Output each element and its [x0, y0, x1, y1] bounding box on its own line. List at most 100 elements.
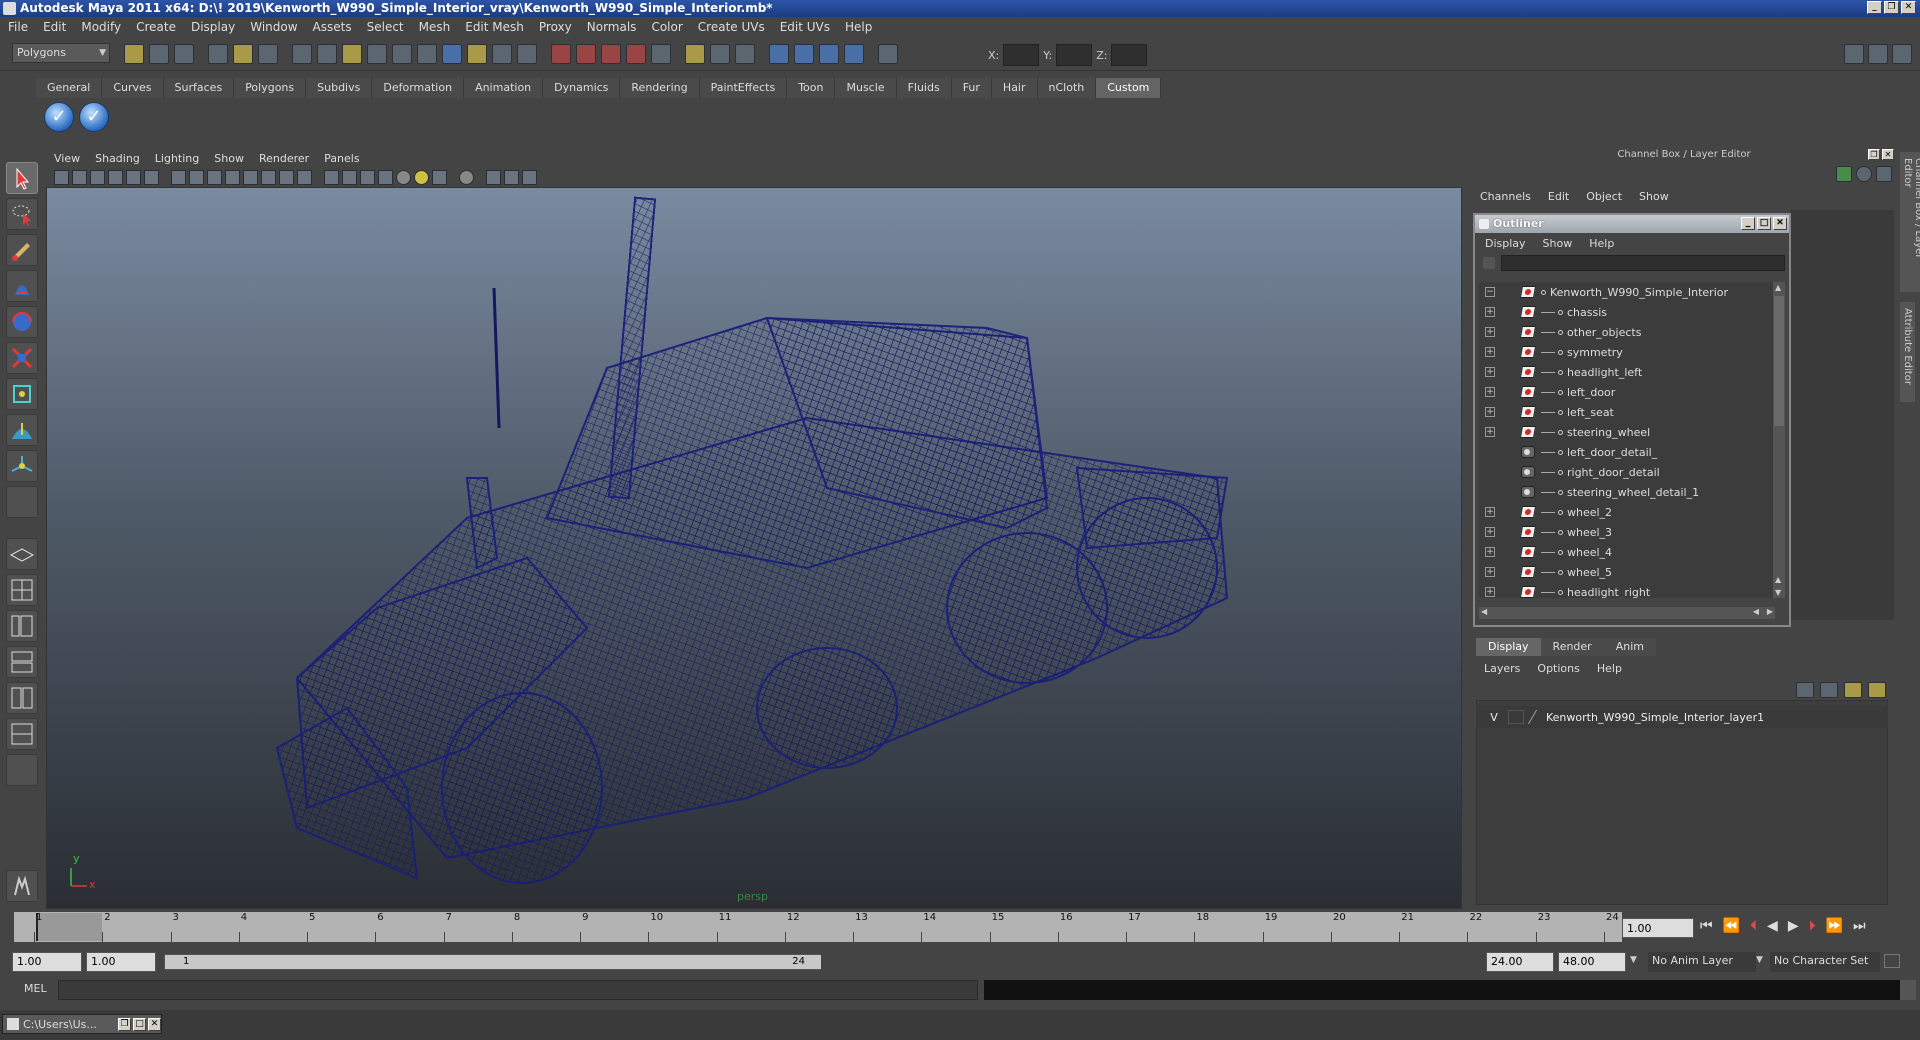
perspective-viewport[interactable]: persp y x	[46, 187, 1462, 909]
menu-select[interactable]: Select	[367, 20, 404, 34]
cube-smooth-icon[interactable]	[360, 169, 375, 185]
persp-graph-layout-icon[interactable]	[6, 646, 38, 678]
layer-tab-anim[interactable]: Anim	[1603, 638, 1656, 656]
shelf-tab-hair[interactable]: Hair	[991, 78, 1038, 98]
coord-x-field[interactable]	[1003, 44, 1040, 66]
lasso-tool-icon[interactable]	[6, 198, 38, 230]
output-operations-icon[interactable]	[710, 44, 730, 64]
mel-command-input[interactable]	[58, 980, 978, 1000]
layer-tab-render[interactable]: Render	[1540, 638, 1604, 656]
select-misc-icon[interactable]	[467, 44, 487, 64]
snap-to-curve-icon[interactable]	[576, 44, 596, 64]
four-pane-layout-icon[interactable]	[6, 574, 38, 606]
render-settings-icon[interactable]	[844, 44, 864, 64]
outliner-vertical-scrollbar[interactable]: ▲ ▲ ▼	[1773, 282, 1785, 598]
outliner-item-wheel-4[interactable]: + wheel_4	[1479, 542, 1775, 562]
outliner-close-button[interactable]: ✕	[1773, 217, 1787, 230]
range-slider-handle[interactable]: 1 24	[165, 955, 821, 969]
resolution-gate-icon[interactable]	[486, 169, 501, 185]
checker-icon[interactable]	[378, 169, 393, 185]
outliner-menu-display[interactable]: Display	[1485, 237, 1526, 250]
command-language-label[interactable]: MEL	[24, 982, 47, 995]
smooth-shade-icon[interactable]	[189, 169, 204, 185]
outliner-maximize-button[interactable]: □	[1757, 217, 1771, 230]
channel-box-restore-button[interactable]: ❐	[1868, 149, 1880, 160]
menu-modify[interactable]: Modify	[81, 20, 121, 34]
snap-to-point-icon[interactable]	[601, 44, 621, 64]
input-line-icon[interactable]	[878, 44, 898, 64]
custom-checkmark-icon-2[interactable]: ✓	[79, 102, 109, 132]
collapse-icon[interactable]: −	[1485, 287, 1495, 297]
outliner-item-symmetry[interactable]: + symmetry	[1479, 342, 1775, 362]
expand-icon[interactable]: +	[1485, 347, 1495, 357]
image-plane-icon[interactable]	[108, 169, 123, 185]
expand-icon[interactable]: +	[1485, 547, 1495, 557]
grid-icon[interactable]	[126, 169, 141, 185]
wireframe-icon[interactable]	[171, 169, 186, 185]
layer-tab-display[interactable]: Display	[1476, 638, 1541, 656]
taskbar-maximize-button[interactable]: □	[133, 1017, 146, 1031]
shelf-tab-custom[interactable]: Custom	[1096, 78, 1162, 98]
outliner-horizontal-scrollbar[interactable]: ◀ ◀ ▶	[1479, 607, 1775, 619]
animation-start-field[interactable]: 1.00	[12, 952, 82, 972]
current-time-indicator[interactable]	[36, 913, 102, 941]
select-rendering-icon[interactable]	[442, 44, 462, 64]
mode-selector[interactable]: Polygons ▼	[12, 43, 110, 63]
current-frame-field[interactable]: 1.00	[1622, 918, 1694, 938]
outliner-item-left-seat[interactable]: + left_seat	[1479, 402, 1775, 422]
scale-tool-icon[interactable]	[6, 342, 38, 374]
ipr-render-icon[interactable]	[819, 44, 839, 64]
select-by-component-icon[interactable]	[258, 44, 278, 64]
shelf-tab-subdivs[interactable]: Subdivs	[306, 78, 373, 98]
shelf-tab-ncloth[interactable]: nCloth	[1037, 78, 1097, 98]
outliner-menu-help[interactable]: Help	[1589, 237, 1614, 250]
xray-icon[interactable]	[261, 169, 276, 185]
snap-to-view-plane-icon[interactable]	[626, 44, 646, 64]
layer-visibility-toggle[interactable]: V	[1486, 711, 1502, 724]
bounding-box-icon[interactable]	[225, 169, 240, 185]
scroll-left-icon[interactable]: ◀	[1753, 607, 1759, 616]
construction-history-icon[interactable]	[735, 44, 755, 64]
menu-mesh[interactable]: Mesh	[419, 20, 451, 34]
playback-start-field[interactable]: 1.00	[86, 952, 156, 972]
scroll-up-icon[interactable]: ▲	[1775, 575, 1781, 584]
expand-icon[interactable]: +	[1485, 307, 1495, 317]
outliner-minimize-button[interactable]: _	[1741, 217, 1755, 230]
shelf-tab-rendering[interactable]: Rendering	[620, 78, 700, 98]
lock-selection-icon[interactable]	[492, 44, 512, 64]
step-forward-key-icon[interactable]: ⏩	[1826, 918, 1843, 934]
use-default-light-icon[interactable]	[396, 169, 411, 185]
select-by-object-type-icon[interactable]	[233, 44, 253, 64]
xray-joints-icon[interactable]	[279, 169, 294, 185]
outliner-item-right-door-detail[interactable]: right_door_detail	[1479, 462, 1775, 482]
render-view-icon[interactable]	[769, 44, 789, 64]
save-scene-icon[interactable]	[174, 44, 194, 64]
open-scene-icon[interactable]	[149, 44, 169, 64]
layer-menu-layers[interactable]: Layers	[1484, 662, 1520, 675]
scroll-left-icon[interactable]: ◀	[1481, 607, 1487, 616]
taskbar-restore-button[interactable]: ❐	[118, 1017, 131, 1031]
bookmarks-icon[interactable]	[90, 169, 105, 185]
hypershade-layout-icon[interactable]	[6, 682, 38, 714]
outliner-item-steering-wheel[interactable]: + steering_wheel	[1479, 422, 1775, 442]
expand-icon[interactable]: +	[1485, 367, 1495, 377]
viewport-menu-view[interactable]: View	[54, 152, 80, 165]
go-to-end-icon[interactable]: ⏭	[1853, 918, 1866, 934]
menu-file[interactable]: File	[8, 20, 28, 34]
paint-select-tool-icon[interactable]	[6, 234, 38, 266]
toggle-channel-box-icon[interactable]	[1892, 44, 1912, 64]
move-tool-icon[interactable]	[6, 270, 38, 302]
outliner-search-input[interactable]	[1501, 255, 1785, 271]
safe-action-icon[interactable]	[522, 169, 537, 185]
script-editor-icon[interactable]	[1900, 980, 1916, 1000]
select-camera-icon[interactable]	[54, 169, 69, 185]
select-curves-icon[interactable]	[342, 44, 362, 64]
outliner-item-wheel-3[interactable]: + wheel_3	[1479, 522, 1775, 542]
channel-box-toggle-icon[interactable]	[1856, 166, 1872, 182]
step-back-key-icon[interactable]: ⏪	[1723, 918, 1740, 934]
channel-box-pin-icon[interactable]	[1836, 166, 1852, 182]
minimized-window[interactable]: C:\Users\Us... ❐ □ ✕	[2, 1014, 162, 1034]
new-layer-selected-icon[interactable]	[1820, 682, 1838, 698]
menu-proxy[interactable]: Proxy	[539, 20, 572, 34]
menu-assets[interactable]: Assets	[313, 20, 352, 34]
